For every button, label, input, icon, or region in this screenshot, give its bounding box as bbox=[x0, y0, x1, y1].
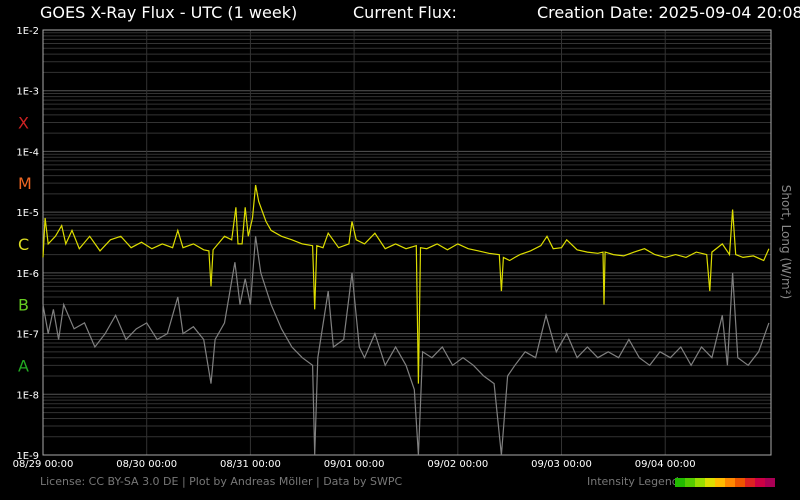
intensity-legend-label: Intensity Legend bbox=[587, 475, 679, 488]
legend-swatch bbox=[755, 478, 765, 487]
flare-class-x: X bbox=[18, 113, 29, 132]
x-tick-label: 08/30 00:00 bbox=[116, 459, 177, 470]
legend-swatch bbox=[725, 478, 735, 487]
series-short bbox=[42, 236, 770, 456]
x-tick-label: 08/29 00:00 bbox=[13, 459, 74, 470]
legend-swatch bbox=[675, 478, 685, 487]
xray-flux-chart: 1E-91E-81E-71E-61E-51E-41E-31E-2 XMCBA 0… bbox=[13, 26, 793, 470]
y-tick-label: 1E-5 bbox=[16, 208, 39, 219]
y-tick-label: 1E-6 bbox=[16, 269, 39, 280]
x-tick-labels: 08/29 00:00 08/30 00:00 08/31 00:00 09/01 0… bbox=[13, 459, 696, 470]
legend-swatch bbox=[765, 478, 775, 487]
flare-class-c: C bbox=[18, 235, 29, 254]
legend-swatch bbox=[745, 478, 755, 487]
y-tick-label: 1E-8 bbox=[16, 390, 39, 401]
legend-swatch bbox=[705, 478, 715, 487]
x-tick-label: 09/01 00:00 bbox=[324, 459, 385, 470]
flare-class-a: A bbox=[18, 356, 29, 375]
x-tick-label: 09/02 00:00 bbox=[427, 459, 488, 470]
y-axis-label: Short, Long (W/m²) bbox=[779, 185, 793, 299]
grid-lines bbox=[42, 30, 771, 456]
license-footer: License: CC BY-SA 3.0 DE | Plot by Andre… bbox=[40, 475, 403, 488]
y-tick-label: 1E-3 bbox=[16, 87, 39, 98]
y-tick-label: 1E-4 bbox=[16, 147, 39, 158]
legend-swatch bbox=[695, 478, 705, 487]
y-tick-label: 1E-7 bbox=[16, 330, 39, 341]
x-tick-label: 09/03 00:00 bbox=[531, 459, 592, 470]
flare-class-b: B bbox=[18, 296, 29, 315]
legend-swatch bbox=[715, 478, 725, 487]
y-tick-label: 1E-2 bbox=[16, 26, 39, 37]
flare-class-m: M bbox=[18, 174, 32, 193]
intensity-legend-bar bbox=[675, 478, 775, 487]
x-tick-label: 08/31 00:00 bbox=[220, 459, 281, 470]
x-tick-label: 09/04 00:00 bbox=[635, 459, 696, 470]
legend-swatch bbox=[685, 478, 695, 487]
legend-swatch bbox=[735, 478, 745, 487]
